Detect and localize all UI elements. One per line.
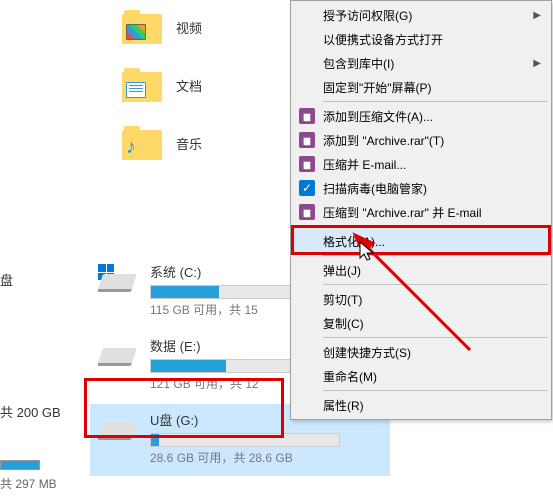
menu-item[interactable]: 创建快捷方式(S) (293, 340, 549, 364)
menu-item[interactable]: 复制(C) (293, 311, 549, 335)
menu-separator (323, 337, 548, 338)
menu-item-label: 格式化(A)... (323, 233, 385, 250)
menu-separator (323, 101, 548, 102)
rar-icon: ▆ (299, 108, 315, 124)
folder-icon: ♪ (122, 126, 162, 160)
folder-label: 文档 (176, 76, 202, 95)
folder-icon (122, 68, 162, 102)
menu-item-label: 创建快捷方式(S) (323, 344, 411, 361)
menu-item[interactable]: 剪切(T) (293, 287, 549, 311)
sidebar-size-label: 共 200 GB (0, 402, 61, 421)
library-folders: 视频 文档 ♪ 音乐 (122, 0, 202, 174)
menu-item-label: 弹出(J) (323, 262, 361, 279)
menu-item[interactable]: ▆ 添加到压缩文件(A)... (293, 104, 549, 128)
drive-status: 28.6 GB 可用，共 28.6 GB (150, 449, 390, 466)
menu-item[interactable]: ▆ 压缩到 "Archive.rar" 并 E-mail (293, 200, 549, 224)
menu-item[interactable]: 格式化(A)... (293, 229, 549, 253)
menu-item-label: 添加到 "Archive.rar"(T) (323, 132, 444, 149)
menu-item-label: 压缩到 "Archive.rar" 并 E-mail (323, 204, 482, 221)
menu-item-label: 授予访问权限(G) (323, 7, 412, 24)
sidebar-disk-label: 盘 (0, 270, 13, 289)
submenu-arrow-icon: ▶ (533, 58, 541, 69)
folder-icon (122, 10, 162, 44)
menu-item-label: 重命名(M) (323, 368, 377, 385)
progress-bar-icon (0, 460, 40, 470)
menu-item[interactable]: 属性(R) (293, 393, 549, 417)
menu-item[interactable]: ▆ 添加到 "Archive.rar"(T) (293, 128, 549, 152)
menu-item-label: 属性(R) (323, 397, 364, 414)
drive-icon (98, 264, 138, 294)
rar-icon: ▆ (299, 204, 315, 220)
menu-item-label: 剪切(T) (323, 291, 362, 308)
folder-label: 音乐 (176, 134, 202, 153)
menu-item[interactable]: 授予访问权限(G) ▶ (293, 3, 549, 27)
menu-separator (323, 390, 548, 391)
menu-separator (323, 226, 548, 227)
menu-separator (323, 255, 548, 256)
bottom-size: 共 297 MB (0, 477, 57, 491)
drive-icon (98, 412, 138, 442)
folder-music[interactable]: ♪ 音乐 (122, 116, 202, 170)
context-menu: 授予访问权限(G) ▶ 以便携式设备方式打开包含到库中(I) ▶ 固定到"开始"屏幕(P… (290, 0, 552, 420)
drive-icon (98, 338, 138, 368)
menu-item-label: 以便携式设备方式打开 (323, 31, 443, 48)
rar-icon: ▆ (299, 156, 315, 172)
menu-item-label: 添加到压缩文件(A)... (323, 108, 433, 125)
menu-item[interactable]: 重命名(M) (293, 364, 549, 388)
menu-item[interactable]: 弹出(J) (293, 258, 549, 282)
drive-usage-bar (150, 433, 340, 447)
menu-item[interactable]: ✓ 扫描病毒(电脑管家) (293, 176, 549, 200)
bottom-status: 共 297 MB (0, 460, 57, 492)
menu-separator (323, 284, 548, 285)
submenu-arrow-icon: ▶ (533, 10, 541, 21)
folder-documents[interactable]: 文档 (122, 58, 202, 112)
menu-item[interactable]: 固定到"开始"屏幕(P) (293, 75, 549, 99)
shield-icon: ✓ (299, 180, 315, 196)
menu-item[interactable]: 包含到库中(I) ▶ (293, 51, 549, 75)
menu-item-label: 压缩并 E-mail... (323, 156, 406, 173)
menu-item-label: 扫描病毒(电脑管家) (323, 180, 427, 197)
menu-item[interactable]: ▆ 压缩并 E-mail... (293, 152, 549, 176)
menu-item-label: 固定到"开始"屏幕(P) (323, 79, 432, 96)
folder-videos[interactable]: 视频 (122, 0, 202, 54)
menu-item-label: 复制(C) (323, 315, 364, 332)
menu-item-label: 包含到库中(I) (323, 55, 394, 72)
menu-item[interactable]: 以便携式设备方式打开 (293, 27, 549, 51)
folder-label: 视频 (176, 18, 202, 37)
rar-icon: ▆ (299, 132, 315, 148)
